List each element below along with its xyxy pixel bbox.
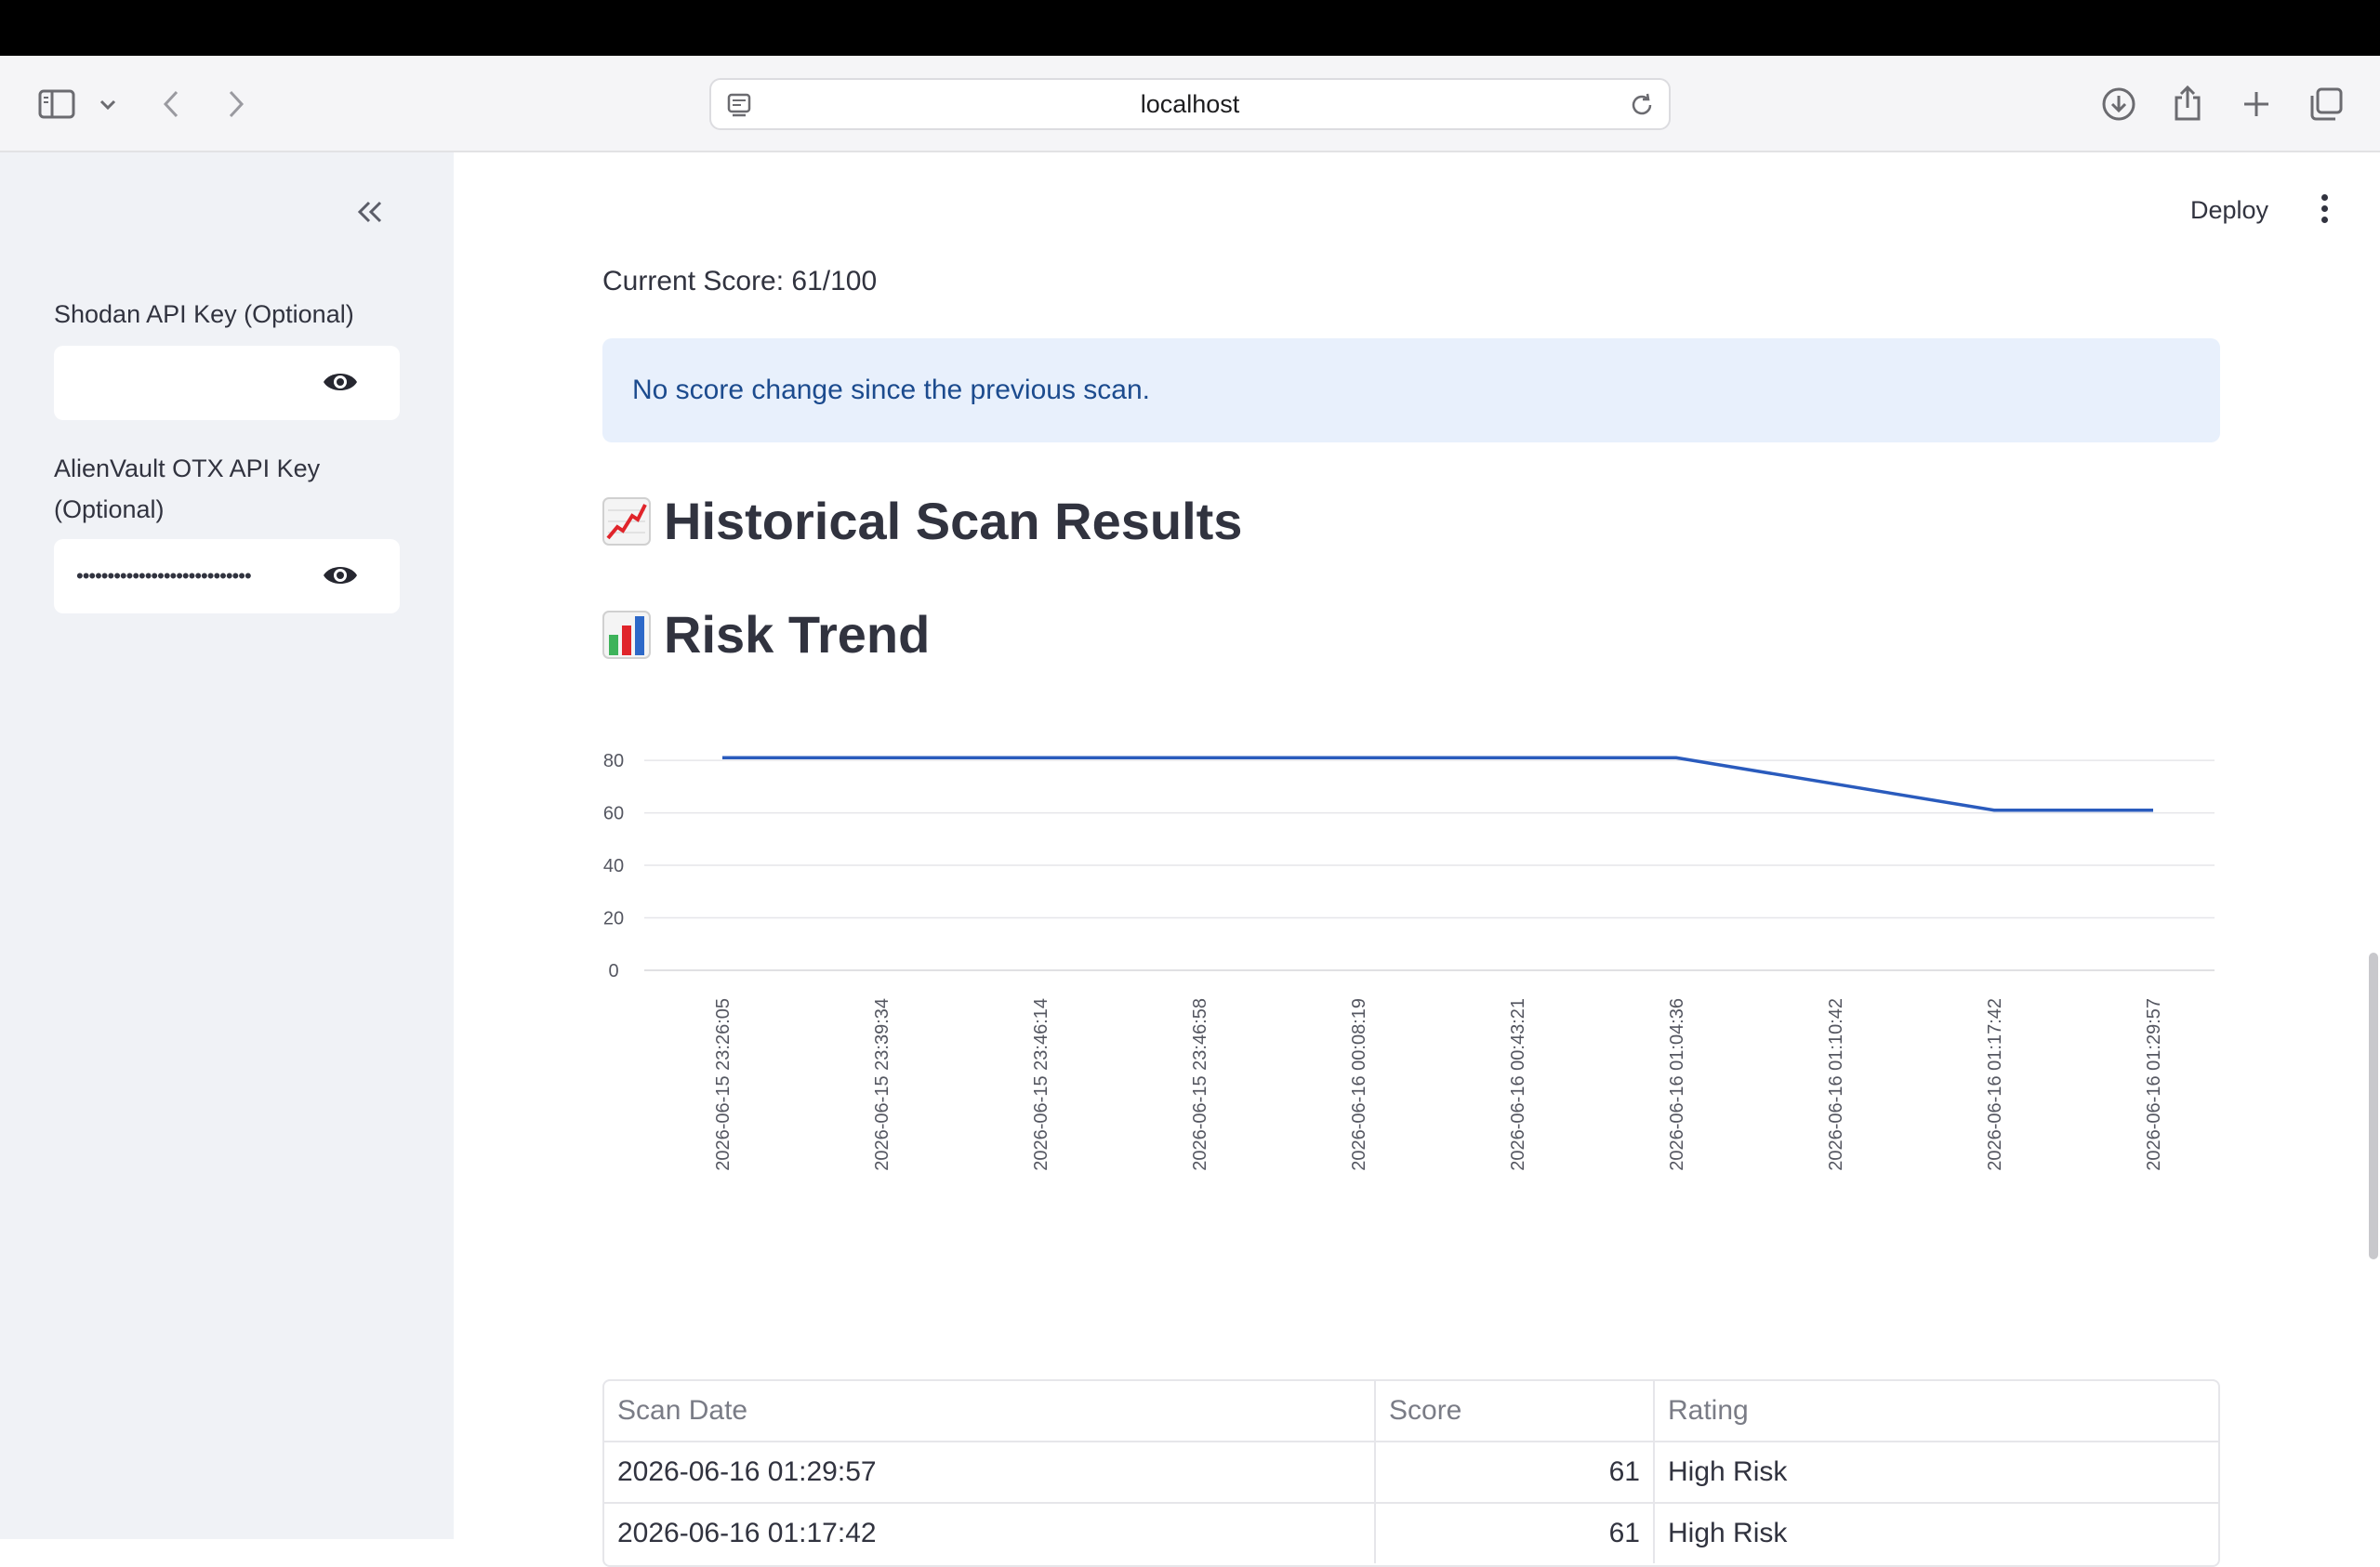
browser-toolbar: localhost xyxy=(0,56,2380,152)
address-bar[interactable]: localhost xyxy=(709,78,1671,130)
x-tick-label: 2026-06-16 01:29:57 xyxy=(2144,998,2164,1171)
info-alert-text: No score change since the previous scan. xyxy=(632,375,1150,405)
alienvault-api-key-input[interactable]: •••••••••••••••••••••••••••• xyxy=(54,539,400,613)
table-row[interactable]: 2026-06-16 01:17:42 61 High Risk xyxy=(604,1504,2218,1565)
url-text: localhost xyxy=(1140,90,1240,118)
column-header-scan-date[interactable]: Scan Date xyxy=(604,1381,1376,1441)
cell-score: 61 xyxy=(1376,1442,1655,1502)
x-tick-label: 2026-06-16 00:43:21 xyxy=(1508,998,1528,1171)
y-tick-label: 40 xyxy=(603,856,624,876)
risk-trend-heading: Risk Trend xyxy=(602,604,930,665)
reload-icon[interactable] xyxy=(1628,91,1656,124)
x-tick-label: 2026-06-16 01:17:42 xyxy=(1985,998,2005,1171)
y-tick-label: 60 xyxy=(603,804,624,824)
deploy-button[interactable]: Deploy xyxy=(2190,191,2268,229)
historical-heading-text: Historical Scan Results xyxy=(664,492,1243,550)
table-row[interactable]: 2026-06-16 01:29:57 61 High Risk xyxy=(604,1442,2218,1504)
column-header-rating[interactable]: Rating xyxy=(1655,1381,2218,1441)
x-tick-label: 2026-06-15 23:39:34 xyxy=(872,998,892,1171)
new-tab-icon[interactable] xyxy=(2237,84,2276,125)
y-tick-label: 20 xyxy=(603,909,624,929)
risk-trend-chart: 0 20 40 60 80 2026-06-15 23:26:05 2026-06-15 2… xyxy=(603,751,2215,1171)
chart-increasing-icon xyxy=(602,496,651,546)
current-score: Current Score: 61/100 xyxy=(602,266,878,296)
x-tick-label: 2026-06-16 00:08:19 xyxy=(1349,998,1369,1171)
sidebar: Shodan API Key (Optional) AlienVault OTX… xyxy=(0,152,454,1539)
series-line xyxy=(722,756,2153,812)
collapse-sidebar-icon[interactable] xyxy=(350,191,390,232)
main-content: Deploy Current Score: 61/100 No score ch… xyxy=(454,152,2380,1567)
x-tick-label: 2026-06-15 23:26:05 xyxy=(713,998,734,1171)
shodan-api-key-label: Shodan API Key (Optional) xyxy=(54,300,354,328)
alienvault-api-key-label: AlienVault OTX API Key (Optional) xyxy=(54,454,321,523)
chevron-down-icon[interactable] xyxy=(93,91,123,119)
main-menu-icon[interactable] xyxy=(2315,190,2334,230)
risk-trend-heading-text: Risk Trend xyxy=(664,605,931,664)
cell-rating: High Risk xyxy=(1668,1518,1788,1548)
download-icon[interactable] xyxy=(2099,84,2138,125)
table-header-row: Scan Date Score Rating xyxy=(604,1381,2218,1442)
info-alert: No score change since the previous scan. xyxy=(602,338,2220,442)
share-icon[interactable] xyxy=(2168,82,2207,125)
column-header-score[interactable]: Score xyxy=(1376,1381,1655,1441)
bar-chart-icon xyxy=(602,610,651,659)
historical-heading: Historical Scan Results xyxy=(602,491,1242,551)
cell-rating: High Risk xyxy=(1668,1456,1788,1487)
cell-scan-date: 2026-06-16 01:17:42 xyxy=(604,1504,1376,1563)
back-icon[interactable] xyxy=(154,84,188,125)
system-top-bar xyxy=(0,0,2380,56)
tab-overview-icon[interactable] xyxy=(2306,84,2347,125)
show-password-icon[interactable] xyxy=(322,368,359,401)
page-scrollbar[interactable] xyxy=(2369,953,2378,1259)
show-password-icon[interactable] xyxy=(322,561,359,594)
x-tick-label: 2026-06-15 23:46:14 xyxy=(1031,998,1051,1171)
x-tick-label: 2026-06-16 01:10:42 xyxy=(1826,998,1846,1171)
y-tick-label: 0 xyxy=(608,961,618,981)
shodan-api-key-value xyxy=(76,346,346,420)
shodan-api-key-input[interactable] xyxy=(54,346,400,420)
forward-icon[interactable] xyxy=(219,84,253,125)
x-tick-label: 2026-06-15 23:46:58 xyxy=(1190,998,1210,1171)
cell-score: 61 xyxy=(1376,1504,1655,1563)
sidebar-toggle-icon[interactable] xyxy=(33,84,80,125)
cell-scan-date: 2026-06-16 01:29:57 xyxy=(604,1442,1376,1502)
y-tick-label: 80 xyxy=(603,751,624,771)
alienvault-api-key-value: •••••••••••••••••••••••••••• xyxy=(76,564,252,587)
x-tick-label: 2026-06-16 01:04:36 xyxy=(1667,998,1687,1171)
